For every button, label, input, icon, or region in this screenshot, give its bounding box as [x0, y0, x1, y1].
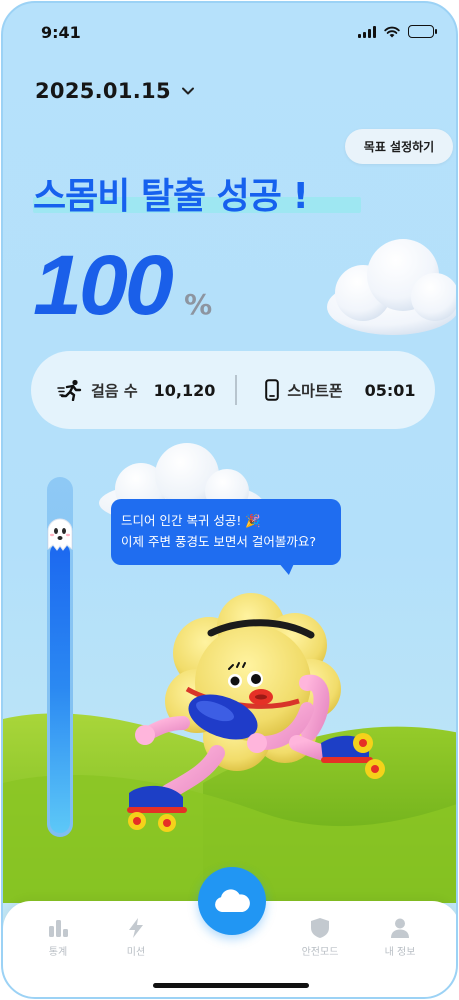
nav-item-mission[interactable]: 미션 [101, 917, 171, 958]
nav-item-my-info[interactable]: 내 정보 [365, 917, 435, 958]
phone-usage-value: 05:01 [364, 380, 416, 400]
stats-divider [235, 375, 238, 405]
nav-label-my-info: 내 정보 [384, 947, 416, 958]
ghost-icon[interactable] [40, 515, 80, 555]
nav-item-stats[interactable]: 통계 [23, 917, 93, 958]
lightning-icon [129, 918, 143, 938]
steps-label: 걸음 수 [91, 381, 138, 400]
nav-label-mission: 미션 [126, 947, 146, 958]
percent-unit: % [184, 288, 213, 321]
bar-chart-icon [49, 920, 68, 937]
chevron-down-icon [181, 87, 194, 95]
speech-line-2: 이제 주변 풍경도 보면서 걸어볼까요? [121, 534, 317, 549]
cloud-icon [215, 889, 250, 912]
shield-icon [311, 918, 329, 938]
activity-stats: 걸음 수 10,120 스마트폰 05:01 [31, 351, 435, 429]
progress-fill [50, 543, 70, 833]
percent-value: 100 [33, 238, 174, 332]
date-selector[interactable]: 2025.01.15 [35, 79, 195, 103]
battery-icon [408, 25, 437, 38]
home-indicator [153, 983, 309, 988]
person-icon [391, 918, 409, 938]
status-time: 9:41 [41, 23, 81, 42]
achievement-percent: 100 % [33, 243, 212, 327]
skating-mascot-illustration [127, 593, 385, 832]
home-cloud-button[interactable] [198, 867, 266, 935]
nav-label-stats: 통계 [48, 947, 68, 958]
nav-label-safe-mode: 안전모드 [301, 947, 339, 958]
cloud-decoration [327, 239, 456, 335]
phone-usage-stat: 스마트폰 05:01 [265, 379, 416, 401]
nav-item-safe-mode[interactable]: 안전모드 [285, 917, 355, 958]
status-icons [358, 25, 437, 38]
speech-line-1: 드디어 인간 복귀 성공! 🎉 [121, 513, 261, 528]
cellular-signal-icon [358, 25, 376, 38]
running-person-icon [57, 379, 82, 401]
phone-screen: 9:41 2025.01.15 목표 설정하기 스몸비 탈출 성공 ! 100 … [1, 1, 458, 999]
steps-stat: 걸음 수 10,120 [57, 379, 215, 401]
set-goal-button[interactable]: 목표 설정하기 [345, 129, 453, 164]
speech-bubble-tail [277, 561, 299, 575]
celebration-icon: 🎉 [245, 513, 261, 528]
smartphone-icon [265, 379, 280, 401]
success-title: 스몸비 탈출 성공 ! [33, 176, 309, 217]
status-bar: 9:41 [3, 3, 456, 61]
wifi-icon [384, 26, 400, 37]
steps-value: 10,120 [153, 380, 216, 400]
speech-bubble: 드디어 인간 복귀 성공! 🎉 이제 주변 풍경도 보면서 걸어볼까요? [111, 499, 341, 565]
selected-date: 2025.01.15 [35, 79, 171, 103]
phone-usage-label: 스마트폰 [287, 381, 343, 400]
